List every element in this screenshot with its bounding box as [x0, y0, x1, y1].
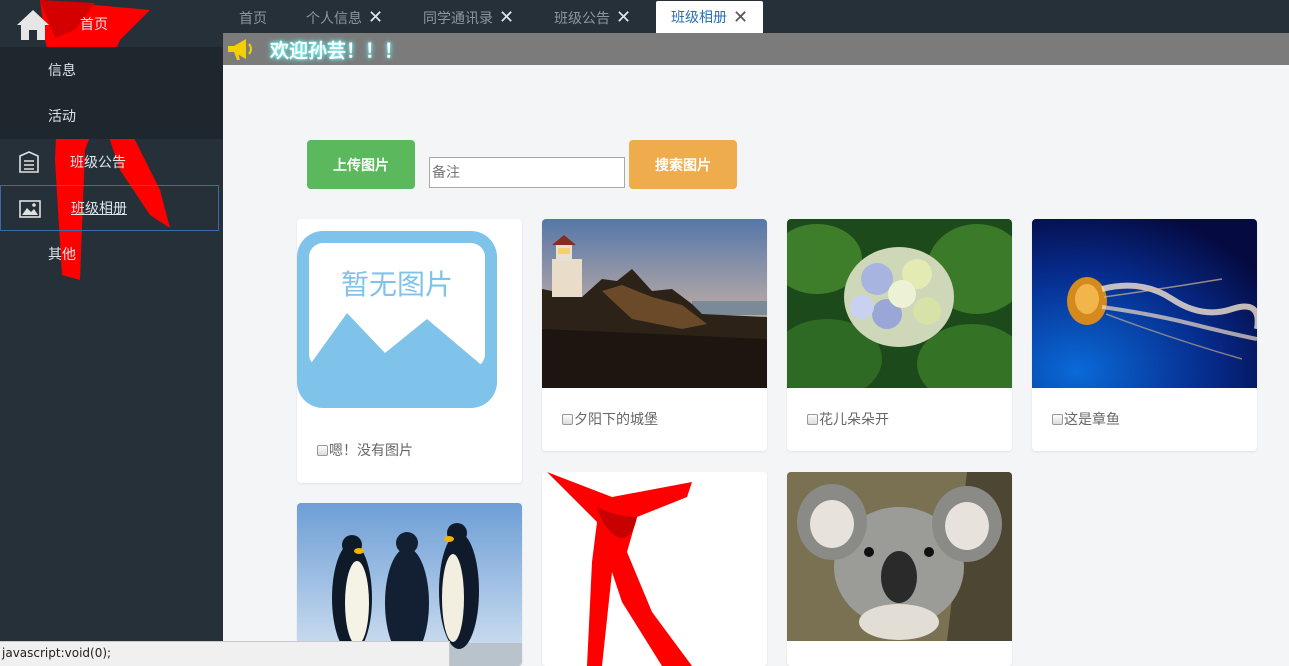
caption-text: 花儿朵朵开 [819, 412, 889, 428]
sidebar-item-label: 信息 [48, 63, 76, 79]
welcome-bar: 欢迎孙芸！！！ [223, 33, 1289, 65]
koala-photo [787, 472, 1012, 641]
sidebar-item-label: 班级公告 [70, 155, 126, 171]
photo-card[interactable]: 这是章鱼 [1032, 219, 1257, 451]
search-image-button[interactable]: 搜索图片 [629, 140, 737, 189]
tab-label: 班级公告 [554, 10, 610, 27]
tab-home[interactable]: 首页 [239, 2, 267, 33]
jellyfish-photo [1032, 219, 1257, 388]
photo-caption: 嗯！没有图片 [317, 440, 413, 460]
caption-text: 夕阳下的城堡 [574, 412, 658, 428]
hydrangea-flower-photo [787, 219, 1012, 388]
remark-input[interactable] [429, 157, 625, 188]
tab-label: 个人信息 [306, 10, 362, 27]
album-content: 上传图片 搜索图片 暂无图片 嗯！没有图片 [223, 65, 1289, 666]
welcome-text: 欢迎孙芸！！！ [270, 40, 404, 62]
status-bar: javascript:void(0); [0, 641, 450, 666]
tab-contacts[interactable]: 同学通讯录 ✕ [423, 2, 514, 33]
caption-text: 嗯！没有图片 [329, 443, 413, 459]
placeholder-image-text: 暂无图片 [341, 268, 453, 301]
sidebar-item-info[interactable]: 信息 [0, 47, 223, 93]
megaphone-icon [228, 39, 252, 60]
caption-text: 这是章鱼 [1064, 412, 1120, 428]
photo-card[interactable]: 花儿朵朵开 [787, 219, 1012, 451]
photo-caption: 花儿朵朵开 [807, 409, 889, 429]
photo-caption: 夕阳下的城堡 [562, 409, 658, 429]
close-icon[interactable]: ✕ [733, 7, 748, 28]
sidebar-item-notice[interactable]: 班级公告 [0, 139, 223, 185]
no-image-placeholder: 暂无图片 [297, 231, 497, 408]
photo-card[interactable]: 暂无图片 嗯！没有图片 [297, 219, 522, 483]
photo-card[interactable] [787, 472, 1012, 666]
tab-notice[interactable]: 班级公告 ✕ [554, 2, 631, 33]
close-icon[interactable]: ✕ [499, 7, 514, 28]
sidebar-item-label: 首页 [80, 17, 108, 33]
close-icon[interactable]: ✕ [368, 7, 383, 28]
sidebar-item-album[interactable]: 班级相册 [0, 185, 219, 231]
sidebar-item-label: 活动 [48, 109, 76, 125]
select-checkbox[interactable] [562, 413, 573, 425]
photo-caption: 这是章鱼 [1052, 409, 1120, 429]
photo-card[interactable] [542, 472, 767, 666]
sidebar: 首页 信息 活动 班级公告 班级相册 其他 [0, 0, 223, 666]
tab-label: 班级相册 [671, 10, 727, 26]
select-checkbox[interactable] [807, 413, 818, 425]
sidebar-item-label: 其他 [48, 247, 76, 263]
sidebar-item-other[interactable]: 其他 [0, 231, 223, 277]
select-checkbox[interactable] [1052, 413, 1063, 425]
home-icon [17, 10, 49, 40]
tab-album[interactable]: 班级相册 ✕ [656, 1, 764, 33]
select-checkbox[interactable] [317, 444, 328, 456]
photo-card[interactable]: 夕阳下的城堡 [542, 219, 767, 451]
tab-label: 首页 [239, 10, 267, 27]
tab-label: 同学通讯录 [423, 10, 493, 27]
close-icon[interactable]: ✕ [616, 7, 631, 28]
tab-bar: 首页 个人信息 ✕ 同学通讯录 ✕ 班级公告 ✕ 班级相册 ✕ [223, 0, 1289, 33]
upload-image-button[interactable]: 上传图片 [307, 140, 415, 189]
image-icon [19, 200, 41, 218]
sidebar-item-activity[interactable]: 活动 [0, 93, 223, 139]
red-scarf-photo [542, 472, 767, 666]
sidebar-item-label: 班级相册 [71, 201, 127, 217]
tab-personal-info[interactable]: 个人信息 ✕ [306, 2, 383, 33]
lighthouse-sunset-photo [542, 219, 767, 388]
sidebar-item-home[interactable]: 首页 [0, 0, 223, 46]
notice-icon [19, 151, 39, 173]
